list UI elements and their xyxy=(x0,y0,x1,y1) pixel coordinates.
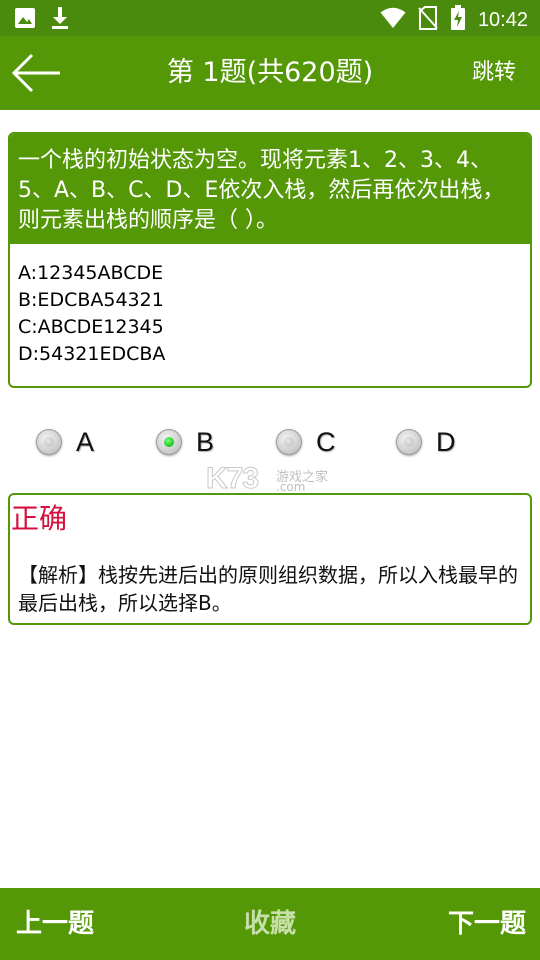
page-title: 第 1题(共620题) xyxy=(166,57,374,88)
radio-b[interactable]: B xyxy=(156,420,214,464)
download-icon xyxy=(50,6,70,34)
question-text: 一个栈的初始状态为空。现将元素1、2、3、4、5、A、B、C、D、E依次入栈，然… xyxy=(10,134,530,244)
answer-card: 正确 【解析】栈按先进后出的原则组织数据，所以入栈最早的最后出栈，所以选择B。 xyxy=(8,493,532,625)
question-card: 一个栈的初始状态为空。现将元素1、2、3、4、5、A、B、C、D、E依次入栈，然… xyxy=(8,132,532,388)
watermark-sub: 游戏之家 xyxy=(276,470,329,485)
options-list: A:12345ABCDE B:EDCBA54321 C:ABCDE12345 D… xyxy=(10,244,530,368)
option-b-text: B:EDCBA54321 xyxy=(18,289,164,311)
wifi-icon xyxy=(380,7,406,33)
radio-a[interactable]: A xyxy=(36,420,94,464)
radio-c-circle[interactable] xyxy=(276,429,302,455)
radio-a-circle[interactable] xyxy=(36,429,62,455)
answer-explanation: 【解析】栈按先进后出的原则组织数据，所以入栈最早的最后出栈，所以选择B。 xyxy=(18,563,518,615)
battery-charging-icon xyxy=(450,5,466,35)
jump-button[interactable]: 跳转 xyxy=(472,36,516,110)
favorite-button[interactable]: 收藏 xyxy=(210,888,330,960)
no-sim-icon xyxy=(418,6,438,34)
back-button[interactable] xyxy=(10,50,66,96)
option-a-text: A:12345ABCDE xyxy=(18,262,164,284)
option-d-text: D:54321EDCBA xyxy=(18,343,166,365)
status-time: 10:42 xyxy=(477,9,528,31)
radio-a-label: A xyxy=(76,426,95,457)
radio-c[interactable]: C xyxy=(276,420,336,464)
radio-d-circle[interactable] xyxy=(396,429,422,455)
app-bar: 第 1题(共620题) 跳转 xyxy=(0,36,540,110)
radio-c-label: C xyxy=(316,426,336,457)
watermark-main: K73 xyxy=(205,462,259,496)
watermark-domain: .com xyxy=(276,480,306,494)
answer-result: 正确 xyxy=(11,502,68,535)
status-bar: 10:42 xyxy=(0,0,540,36)
previous-question-button[interactable]: 上一题 xyxy=(16,888,94,960)
next-question-button[interactable]: 下一题 xyxy=(448,888,526,960)
option-c-text: C:ABCDE12345 xyxy=(18,316,164,338)
radio-b-circle[interactable] xyxy=(156,429,182,455)
radio-d-label: D xyxy=(436,426,456,457)
answer-radio-group: A B C D xyxy=(0,420,540,464)
arrow-left-icon xyxy=(11,53,60,93)
bottom-nav-bar: 上一题 收藏 下一题 xyxy=(0,888,540,960)
image-icon xyxy=(14,7,36,33)
radio-b-label: B xyxy=(196,426,215,457)
radio-d[interactable]: D xyxy=(396,420,456,464)
